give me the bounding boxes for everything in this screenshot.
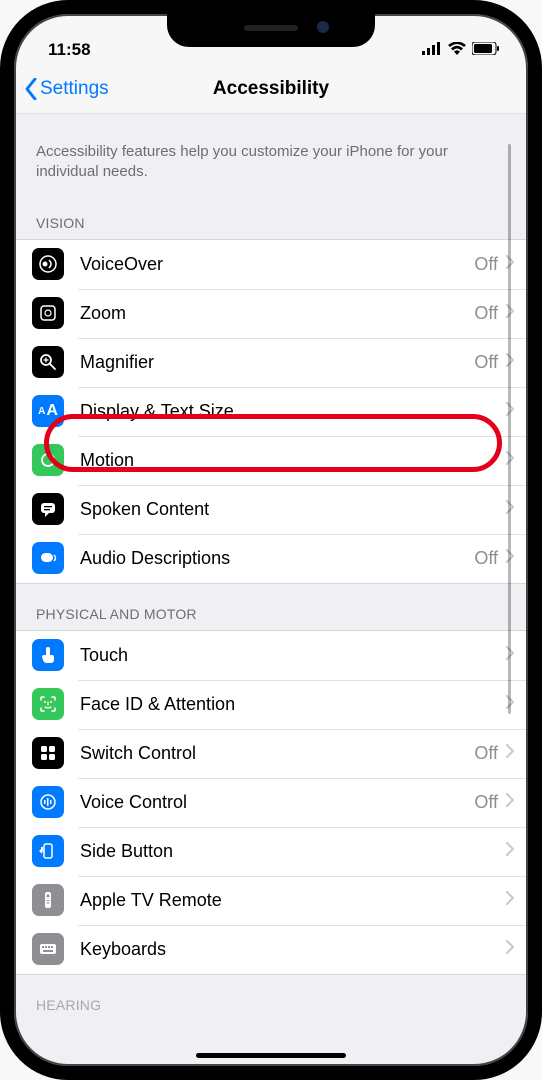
row-label: Zoom [80,303,474,324]
row-voice-control[interactable]: Voice Control Off [14,778,528,827]
home-indicator[interactable] [196,1053,346,1058]
motion-icon [32,444,64,476]
chevron-right-icon [506,891,514,910]
row-spoken-content[interactable]: Spoken Content [14,485,528,534]
list-motor: Touch Face ID & Attention Switch Control [14,630,528,975]
spoken-content-icon [32,493,64,525]
text-size-icon: AA [32,395,64,427]
settings-scroll[interactable]: Accessibility features help you customiz… [14,114,528,1066]
row-label: Magnifier [80,352,474,373]
back-button[interactable]: Settings [24,78,109,100]
nav-bar: Settings Accessibility [14,64,528,114]
status-time: 11:58 [48,40,91,60]
row-label: Display & Text Size [80,401,506,422]
chevron-left-icon [24,78,38,100]
chevron-right-icon [506,940,514,959]
chevron-right-icon [506,842,514,861]
row-label: Apple TV Remote [80,890,506,911]
row-magnifier[interactable]: Magnifier Off [14,338,528,387]
volume-down [0,290,2,350]
side-button-icon [32,835,64,867]
row-detail: Off [474,743,498,764]
row-detail: Off [474,792,498,813]
row-label: Voice Control [80,792,474,813]
section-header-vision: VISION [14,193,528,239]
row-label: Keyboards [80,939,506,960]
row-voiceover[interactable]: VoiceOver Off [14,240,528,289]
magnifier-icon [32,346,64,378]
row-detail: Off [474,548,498,569]
section-header-hearing: HEARING [14,975,528,1021]
row-detail: Off [474,303,498,324]
chevron-right-icon [506,793,514,812]
faceid-icon [32,688,64,720]
mute-switch [0,150,2,184]
row-label: Spoken Content [80,499,506,520]
cellular-icon [422,40,442,60]
row-label: Motion [80,450,506,471]
switch-control-icon [32,737,64,769]
row-display-text-size[interactable]: AA Display & Text Size [14,387,528,436]
row-faceid[interactable]: Face ID & Attention [14,680,528,729]
row-audio-descriptions[interactable]: Audio Descriptions Off [14,534,528,583]
row-zoom[interactable]: Zoom Off [14,289,528,338]
scroll-indicator [508,144,511,714]
volume-up [0,210,2,270]
row-label: Switch Control [80,743,474,764]
page-title: Accessibility [213,78,329,100]
back-label: Settings [40,78,109,100]
row-switch-control[interactable]: Switch Control Off [14,729,528,778]
zoom-icon [32,297,64,329]
row-label: Side Button [80,841,506,862]
audio-descriptions-icon [32,542,64,574]
row-label: Face ID & Attention [80,694,506,715]
device-notch [167,11,375,47]
tv-remote-icon [32,884,64,916]
row-touch[interactable]: Touch [14,631,528,680]
battery-icon [472,40,500,60]
section-header-motor: PHYSICAL AND MOTOR [14,584,528,630]
row-motion[interactable]: Motion [14,436,528,485]
row-keyboards[interactable]: Keyboards [14,925,528,974]
touch-icon [32,639,64,671]
voiceover-icon [32,248,64,280]
wifi-icon [448,40,466,60]
row-label: Touch [80,645,506,666]
row-detail: Off [474,352,498,373]
row-side-button[interactable]: Side Button [14,827,528,876]
intro-text: Accessibility features help you customiz… [14,114,528,193]
keyboard-icon [32,933,64,965]
row-detail: Off [474,254,498,275]
chevron-right-icon [506,744,514,763]
list-vision: VoiceOver Off Zoom Off Magnifi [14,239,528,584]
voice-control-icon [32,786,64,818]
row-label: Audio Descriptions [80,548,474,569]
row-label: VoiceOver [80,254,474,275]
row-apple-tv-remote[interactable]: Apple TV Remote [14,876,528,925]
